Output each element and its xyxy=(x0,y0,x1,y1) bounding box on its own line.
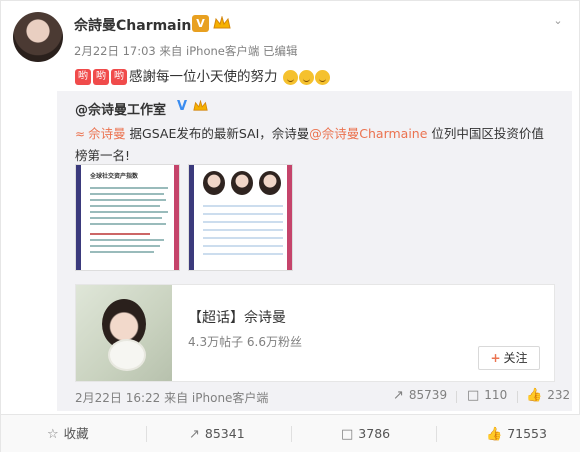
comment-icon: □ xyxy=(467,388,480,403)
mention-link[interactable]: @佘诗曼Charmaine xyxy=(309,126,427,141)
flower-shape xyxy=(110,341,144,369)
thumb-text-line xyxy=(90,211,168,213)
author-name[interactable]: 佘詩曼Charmaine xyxy=(74,15,201,35)
action-bar: ☆ 收藏 ↗ 85341 □ 3786 👍 71553 xyxy=(1,414,580,452)
repost-count: 85739 xyxy=(408,388,448,402)
thumbs-up-icon: 👍 xyxy=(526,388,543,403)
topic-title[interactable]: 【超话】佘诗曼 xyxy=(188,307,286,327)
comment-icon: □ xyxy=(341,427,354,442)
thumb-portrait xyxy=(231,171,253,195)
thumb-table-row xyxy=(203,253,283,255)
post-meta: 2月22日 17:03 来自 iPhone客户端 已编辑 xyxy=(74,44,298,58)
thumb-text-line xyxy=(90,187,168,189)
repost-total: 85341 xyxy=(204,426,245,441)
thumbs-up-icon: 👍 xyxy=(486,427,503,442)
repost-share-button[interactable]: ↗ 85739 xyxy=(393,388,447,403)
follow-button[interactable]: + 关注 xyxy=(478,346,540,370)
thumb-table-row xyxy=(203,237,283,239)
emoji-tag-icon: 哟 xyxy=(75,69,91,85)
crown-icon xyxy=(213,16,231,29)
verified-badge-icon: V xyxy=(192,15,209,32)
thumb-text-line xyxy=(90,217,162,219)
thumb-text-line xyxy=(90,233,150,235)
smiley-icon xyxy=(298,69,314,85)
comment-count: 110 xyxy=(484,388,508,402)
thumb-text-line xyxy=(90,251,154,253)
topic-stats: 4.3万帖子 6.6万粉丝 xyxy=(188,335,302,349)
repost-time[interactable]: 2月22日 16:22 来自 iPhone客户端 xyxy=(75,389,268,406)
repost-text: ≈ 佘诗曼 据GSAE发布的最新SAI，佘诗曼@佘诗曼Charmaine 位列中国… xyxy=(75,123,555,167)
thumb-table-row xyxy=(203,245,283,247)
thumb-stripe xyxy=(76,165,81,270)
repost-like-button[interactable]: 👍 232 xyxy=(526,388,570,403)
follow-label: 关注 xyxy=(503,351,528,365)
divider xyxy=(517,391,518,403)
super-topic-card[interactable]: 【超话】佘诗曼 4.3万帖子 6.6万粉丝 + 关注 xyxy=(75,284,555,382)
thumb-text-line xyxy=(90,199,166,201)
repost-block: @佘诗曼工作室 V ≈ 佘诗曼 据GSAE发布的最新SAI，佘诗曼@佘诗曼Char… xyxy=(57,91,572,411)
thumb-table-row xyxy=(203,221,283,223)
thumb-text-line xyxy=(90,223,166,225)
thumb-portrait xyxy=(259,171,281,195)
thumb-stripe xyxy=(287,165,292,270)
like-count: 232 xyxy=(547,388,571,402)
like-button[interactable]: 👍 71553 xyxy=(486,415,547,452)
topic-link[interactable]: 佘诗曼 xyxy=(88,126,126,141)
divider xyxy=(146,426,147,442)
favorite-label: 收藏 xyxy=(63,426,89,441)
image-thumbnail[interactable] xyxy=(188,164,293,271)
smiley-icon xyxy=(314,69,330,85)
smiley-icon xyxy=(282,69,298,85)
super-topic-icon: ≈ xyxy=(75,127,86,141)
share-icon: ↗ xyxy=(189,427,200,442)
divider xyxy=(436,426,437,442)
image-thumbnail[interactable]: 全球社交资产指数 xyxy=(75,164,180,271)
emoji-tag-icon: 哟 xyxy=(93,69,109,85)
post-body: 感謝每一位小天使的努力 xyxy=(129,69,278,85)
thumb-table-row xyxy=(203,213,283,215)
repost-button[interactable]: ↗ 85341 xyxy=(189,415,245,452)
repost-footer: 2月22日 16:22 来自 iPhone客户端 ↗ 85739 □ 110 👍 23… xyxy=(75,388,570,406)
thumb-table-row xyxy=(203,229,283,231)
comment-total: 3786 xyxy=(358,426,391,441)
favorite-button[interactable]: ☆ 收藏 xyxy=(47,415,89,452)
thumb-text-line xyxy=(90,239,164,241)
thumb-portrait xyxy=(203,171,225,195)
repost-author[interactable]: @佘诗曼工作室 xyxy=(75,99,166,118)
weibo-card: 佘詩曼Charmaine V ⌄ 2月22日 17:03 来自 iPhone客户… xyxy=(0,0,580,452)
verified-blue-icon: V xyxy=(177,99,188,114)
star-icon: ☆ xyxy=(47,427,59,442)
thumb-stripe xyxy=(174,165,179,270)
thumb-text-line xyxy=(90,205,160,207)
divider xyxy=(291,426,292,442)
plus-icon: + xyxy=(490,351,501,365)
author-avatar[interactable] xyxy=(13,12,63,62)
divider xyxy=(456,391,457,403)
topic-photo xyxy=(76,285,172,381)
chevron-down-icon[interactable]: ⌄ xyxy=(550,13,566,29)
thumb-text-line xyxy=(90,193,164,195)
post-text: 哟哟哟感謝每一位小天使的努力 xyxy=(75,65,330,85)
thumb-text-line xyxy=(90,245,160,247)
comment-button[interactable]: □ 3786 xyxy=(341,415,390,452)
like-total: 71553 xyxy=(507,426,547,441)
crown-icon xyxy=(193,100,208,111)
thumb-title: 全球社交资产指数 xyxy=(90,173,139,180)
share-icon: ↗ xyxy=(393,388,404,403)
emoji-tag-icon: 哟 xyxy=(111,69,127,85)
repost-comment-button[interactable]: □ 110 xyxy=(467,388,507,403)
repost-text-part1: 据GSAE发布的最新SAI，佘诗曼 xyxy=(125,126,310,141)
thumb-stripe xyxy=(189,165,194,270)
thumb-table-row xyxy=(203,205,283,207)
